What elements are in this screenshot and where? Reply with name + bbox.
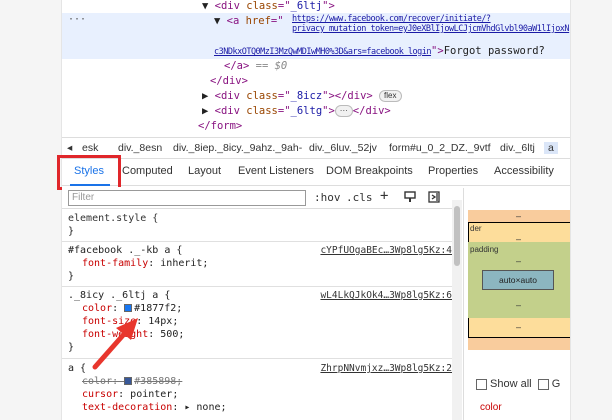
styles-scrollbar[interactable]: [452, 200, 462, 420]
breadcrumb-item[interactable]: div._8esn: [118, 142, 162, 154]
dom-href-value[interactable]: https://www.facebook.com/recover/initiat…: [214, 14, 570, 44]
style-declaration-text-decoration[interactable]: text-decoration: ▸ none;: [82, 401, 227, 414]
rule-source-link[interactable]: wL4LkQJkOk4…3Wp8lg5Kz:6: [320, 289, 452, 302]
dom-line-div-6ltg[interactable]: ▶ <div class="_6ltg"> ··· </div>: [202, 104, 391, 118]
flex-badge[interactable]: flex: [379, 90, 402, 102]
border-label: der: [470, 224, 482, 233]
collapse-arrow-icon[interactable]: ▶: [202, 90, 208, 102]
dom-line-anchor-cont[interactable]: c3NDkxOTQ0MzI3MzQwMDIwMH0%3D&ars=faceboo…: [214, 44, 545, 58]
scrollbar-thumb[interactable]: [454, 206, 460, 266]
cls-toggle[interactable]: .cls: [346, 191, 373, 204]
dom-line-div-6ltj[interactable]: ▼ <div class="_6ltj">: [202, 0, 335, 13]
color-swatch[interactable]: [124, 304, 133, 312]
padding-bottom-value[interactable]: –: [516, 300, 521, 310]
breadcrumb-item[interactable]: div._8iep._8icy._9ahz._9ah-: [173, 142, 302, 154]
sidebar-tabs: Styles Computed Layout Event Listeners D…: [62, 159, 570, 186]
style-declaration-font-size[interactable]: font-size: 14px;: [82, 315, 178, 328]
anchor-text: Forgot password?: [443, 45, 545, 57]
ellipsis-badge[interactable]: ···: [334, 105, 353, 117]
style-declaration-color[interactable]: color: #1877f2;: [82, 302, 182, 315]
rule-close-brace: }: [68, 226, 75, 237]
padding-label: padding: [470, 245, 499, 254]
style-rule-element: element.style { }: [62, 210, 452, 242]
breadcrumb-back-icon[interactable]: ◂: [67, 142, 72, 154]
padding-top-value[interactable]: –: [516, 256, 521, 266]
tab-dom-breakpoints[interactable]: DOM Breakpoints: [326, 165, 413, 177]
margin-top-value[interactable]: –: [516, 211, 521, 221]
breadcrumb-item-current[interactable]: a: [544, 142, 558, 154]
styles-toolbar: Filter :hov .cls +: [62, 187, 460, 209]
hov-toggle[interactable]: :hov: [314, 191, 341, 204]
dom-line-close-a[interactable]: </a> == $0: [224, 59, 287, 73]
tab-computed[interactable]: Computed: [122, 165, 173, 177]
box-model-pane: – der – padding – auto×auto – – Show all…: [463, 188, 570, 420]
tab-event-listeners[interactable]: Event Listeners: [238, 165, 314, 177]
rule-selector[interactable]: #facebook ._-kb a {: [68, 244, 182, 257]
style-declaration-cursor[interactable]: cursor: pointer;: [82, 388, 178, 401]
rule-selector[interactable]: a {: [68, 362, 86, 375]
rule-source-link[interactable]: ZhrpNNvmjxz…3Wp8lg5Kz:2: [320, 362, 452, 375]
breadcrumb-item[interactable]: div._6ltj: [500, 142, 535, 154]
tab-accessibility[interactable]: Accessibility: [494, 165, 554, 177]
style-declaration[interactable]: font-family: inherit;: [82, 257, 208, 270]
dom-line-div-8icz[interactable]: ▶ <div class="_8icz"></div> flex: [202, 89, 402, 103]
style-rule-a: a { ZhrpNNvmjxz…3Wp8lg5Kz:2 color: #3858…: [62, 359, 452, 420]
breadcrumb: ◂ esk div._8esn div._8iep._8icy._9ahz._9…: [62, 137, 570, 159]
rule-selector[interactable]: ._8icy ._6ltj a {: [68, 289, 170, 302]
style-rule-facebook: #facebook ._-kb a { cYPfUOgaBEc…3Wp8lg5K…: [62, 242, 452, 287]
style-declaration-font-weight[interactable]: font-weight: 500;: [82, 328, 184, 341]
styles-pane: element.style { } #facebook ._-kb a { cY…: [62, 210, 452, 420]
right-panel-strip: [570, 0, 612, 420]
color-swatch[interactable]: [124, 377, 133, 385]
left-panel-strip: [0, 0, 62, 420]
dom-line-close-form[interactable]: </form>: [198, 119, 242, 133]
group-checkbox[interactable]: [537, 378, 549, 390]
show-all-checkbox[interactable]: Show all G: [476, 378, 560, 390]
styles-filter-input[interactable]: Filter: [68, 190, 306, 206]
tab-properties[interactable]: Properties: [428, 165, 478, 177]
new-style-rule-icon[interactable]: +: [380, 188, 388, 204]
toggle-element-state-icon[interactable]: [404, 191, 416, 206]
elements-tree: ··· ▼ <div class="_6ltj"> ▼ <a href=" ht…: [62, 0, 570, 136]
tab-layout[interactable]: Layout: [188, 165, 221, 177]
dom-line-close-div[interactable]: </div>: [210, 74, 248, 88]
computed-property-name[interactable]: color: [480, 402, 502, 413]
style-rule-8icy: ._8icy ._6ltj a { wL4LkQJkOk4…3Wp8lg5Kz:…: [62, 287, 452, 359]
rule-close-brace: }: [68, 342, 75, 353]
breadcrumb-item[interactable]: div._6luv._52jv: [309, 142, 377, 154]
style-declaration-overridden[interactable]: color: #385898;: [82, 375, 182, 388]
collapse-arrow-icon[interactable]: ▶: [202, 105, 208, 117]
border-bottom-value[interactable]: –: [516, 322, 521, 332]
checkbox-box[interactable]: [476, 378, 487, 390]
annotation-highlight-box: [57, 155, 121, 190]
breadcrumb-item[interactable]: form#u_0_2_DZ._9vtf: [389, 142, 491, 154]
expand-arrow-icon[interactable]: ▼: [202, 0, 208, 12]
breadcrumb-item[interactable]: esk: [82, 142, 98, 154]
rule-close-brace: }: [68, 271, 75, 282]
node-gutter-dots[interactable]: ···: [68, 14, 86, 25]
rule-source-link[interactable]: cYPfUOgaBEc…3Wp8lg5Kz:4: [320, 244, 452, 257]
rule-selector[interactable]: element.style {: [68, 212, 158, 225]
box-model-content[interactable]: auto×auto: [482, 270, 554, 290]
selected-marker: == $0: [255, 60, 288, 72]
computed-sidebar-icon[interactable]: [428, 191, 440, 206]
